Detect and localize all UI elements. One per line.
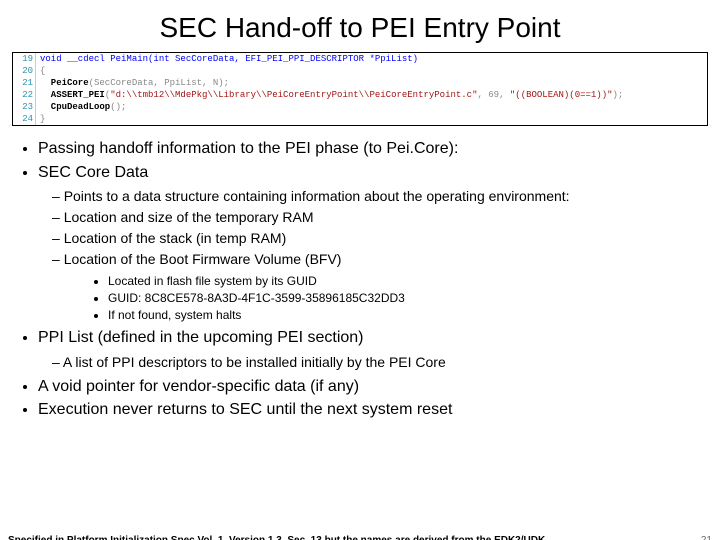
slide-title: SEC Hand-off to PEI Entry Point <box>0 12 720 44</box>
code-args: ); <box>613 90 624 100</box>
list-item: Location of the stack (in temp RAM) <box>68 229 690 248</box>
sub-list: Points to a data structure containing in… <box>38 187 690 323</box>
page-number: 21 <box>701 535 712 540</box>
code-line: ASSERT_PEI("d:\\tmb12\\MdePkg\\Library\\… <box>36 89 623 101</box>
code-line: void __cdecl PeiMain(int SecCoreData, EF… <box>36 53 418 65</box>
list-item: Location of the Boot Firmware Volume (BF… <box>68 250 690 323</box>
code-args: , 69, <box>477 90 509 100</box>
line-number: 20 <box>13 65 36 77</box>
list-item-text: PPI List (defined in the upcoming PEI se… <box>38 329 364 346</box>
list-item: A list of PPI descriptors to be installe… <box>68 353 690 372</box>
list-item: Points to a data structure containing in… <box>68 187 690 206</box>
list-item-text: SEC Core Data <box>38 164 148 181</box>
code-fn: PeiCore <box>40 78 89 88</box>
code-text: void __cdecl PeiMain(int SecCoreData, EF… <box>40 54 418 64</box>
list-item: A void pointer for vendor-specific data … <box>38 376 690 398</box>
bullet-list: Passing handoff information to the PEI p… <box>10 138 690 421</box>
code-fn: ASSERT_PEI <box>40 90 105 100</box>
code-line: { <box>36 65 45 77</box>
list-item: Execution never returns to SEC until the… <box>38 399 690 421</box>
list-item: GUID: 8C8CE578-8A3D-4F1C-3599-35896185C3… <box>108 290 690 306</box>
line-number: 19 <box>13 53 36 65</box>
code-args: (); <box>110 102 126 112</box>
list-item: SEC Core Data Points to a data structure… <box>38 162 690 324</box>
list-item: Located in flash file system by its GUID <box>108 273 690 289</box>
slide: SEC Hand-off to PEI Entry Point 19 void … <box>0 12 720 540</box>
code-string: "((BOOLEAN)(0==1))" <box>510 90 613 100</box>
list-item-text: Location of the Boot Firmware Volume (BF… <box>64 251 342 267</box>
code-line: } <box>36 113 45 125</box>
line-number: 23 <box>13 101 36 113</box>
list-item: PPI List (defined in the upcoming PEI se… <box>38 327 690 371</box>
list-item: Location and size of the temporary RAM <box>68 208 690 227</box>
sub-sub-list: Located in flash file system by its GUID… <box>68 273 690 324</box>
list-item: Passing handoff information to the PEI p… <box>38 138 690 160</box>
sub-list: A list of PPI descriptors to be installe… <box>38 353 690 372</box>
footer-note: Specified in Platform Initialization Spe… <box>8 535 712 540</box>
code-args: (SecCoreData, PpiList, N); <box>89 78 229 88</box>
code-fn: CpuDeadLoop <box>40 102 110 112</box>
code-string: "d:\\tmb12\\MdePkg\\Library\\PeiCoreEntr… <box>110 90 477 100</box>
code-line: CpuDeadLoop(); <box>36 101 126 113</box>
code-snippet: 19 void __cdecl PeiMain(int SecCoreData,… <box>12 52 708 126</box>
line-number: 22 <box>13 89 36 101</box>
list-item: If not found, system halts <box>108 307 690 323</box>
line-number: 21 <box>13 77 36 89</box>
line-number: 24 <box>13 113 36 125</box>
code-line: PeiCore(SecCoreData, PpiList, N); <box>36 77 229 89</box>
